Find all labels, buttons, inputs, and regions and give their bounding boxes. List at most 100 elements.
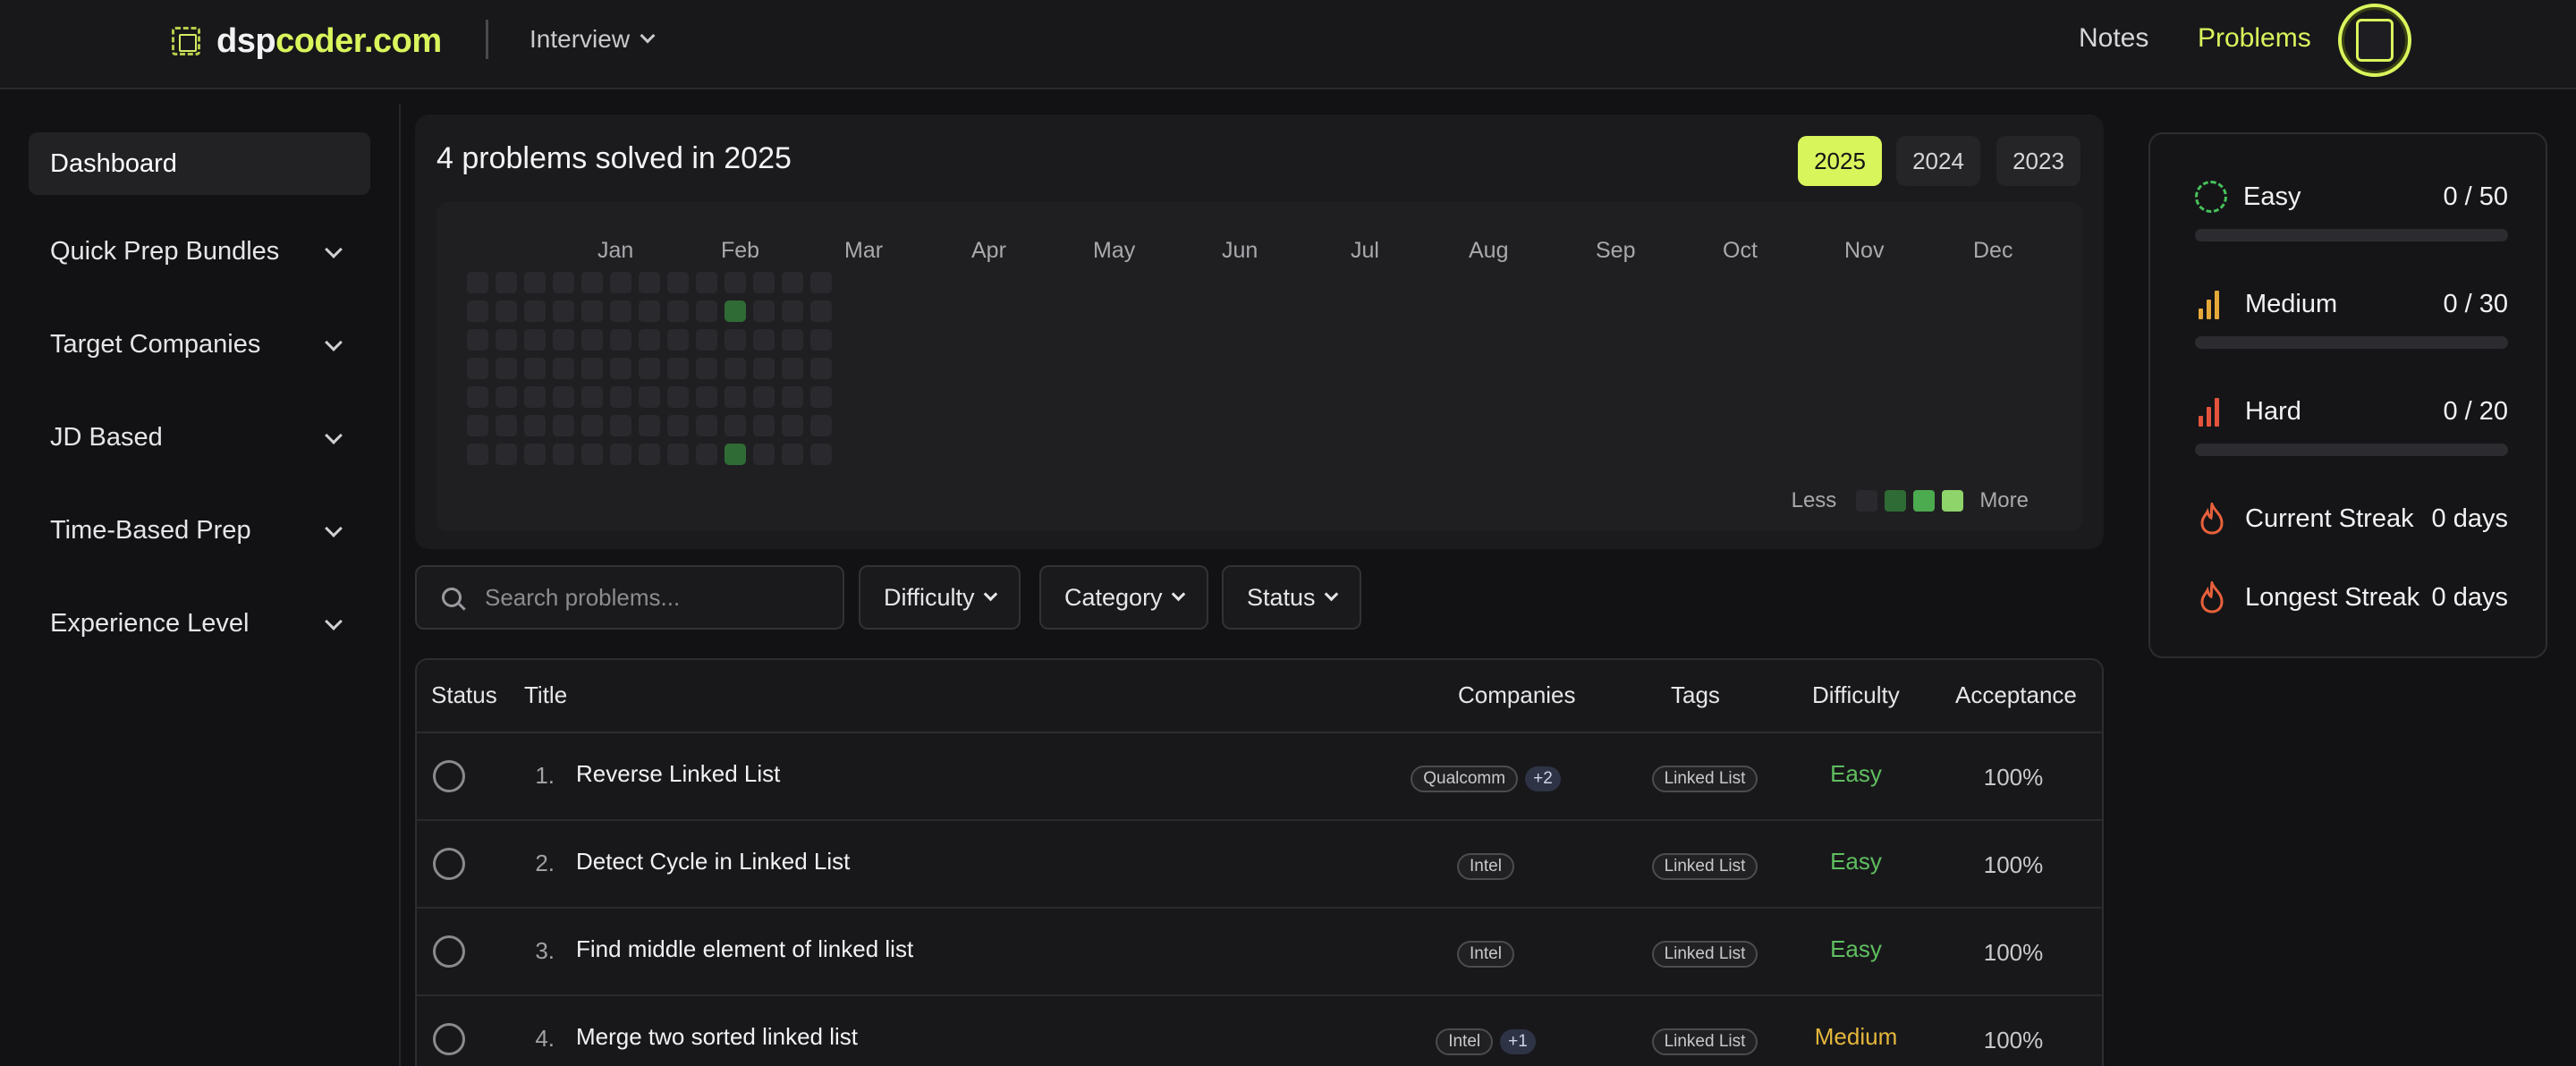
heatmap-cell[interactable] xyxy=(467,300,488,322)
heatmap-cell[interactable] xyxy=(553,272,574,293)
status-circle-icon[interactable] xyxy=(433,1023,465,1055)
year-button-2024[interactable]: 2024 xyxy=(1896,136,1980,186)
column-header-title[interactable]: Title xyxy=(524,681,567,709)
heatmap-cell[interactable] xyxy=(810,300,832,322)
heatmap-cell[interactable] xyxy=(639,415,660,436)
heatmap-cell[interactable] xyxy=(639,300,660,322)
heatmap-cell[interactable] xyxy=(696,415,717,436)
nav-link-problems[interactable]: Problems xyxy=(2198,23,2311,54)
table-row[interactable]: 3. Find middle element of linked list In… xyxy=(417,909,2102,996)
heatmap-cell[interactable] xyxy=(610,329,631,351)
heatmap-cell[interactable] xyxy=(524,272,546,293)
year-button-2025[interactable]: 2025 xyxy=(1798,136,1882,186)
heatmap-cell[interactable] xyxy=(553,386,574,408)
brand-logo[interactable]: dspcoder.com xyxy=(172,20,442,63)
heatmap-cell-solved[interactable] xyxy=(724,444,746,465)
sidebar-item-time-based-prep[interactable]: Time-Based Prep xyxy=(29,499,370,562)
heatmap-cell[interactable] xyxy=(696,444,717,465)
status-filter[interactable]: Status xyxy=(1222,565,1361,630)
sidebar-item-dashboard[interactable]: Dashboard xyxy=(29,132,370,195)
heatmap-cell[interactable] xyxy=(581,415,603,436)
heatmap-cell[interactable] xyxy=(724,272,746,293)
table-row[interactable]: 2. Detect Cycle in Linked List Intel Lin… xyxy=(417,821,2102,909)
sidebar-item-quick-prep-bundles[interactable]: Quick Prep Bundles xyxy=(29,220,370,283)
more-companies-badge[interactable]: +2 xyxy=(1525,766,1561,791)
heatmap-cell[interactable] xyxy=(496,444,517,465)
heatmap-cell[interactable] xyxy=(553,329,574,351)
heatmap-cell[interactable] xyxy=(524,329,546,351)
heatmap-cell[interactable] xyxy=(553,300,574,322)
heatmap-cell[interactable] xyxy=(696,358,717,379)
heatmap-cell[interactable] xyxy=(639,444,660,465)
heatmap-cell[interactable] xyxy=(581,358,603,379)
heatmap-cell[interactable] xyxy=(753,444,775,465)
heatmap-cell[interactable] xyxy=(610,272,631,293)
heatmap-cell[interactable] xyxy=(782,272,803,293)
heatmap-cell[interactable] xyxy=(667,272,689,293)
heatmap-cell[interactable] xyxy=(782,329,803,351)
table-row[interactable]: 4. Merge two sorted linked list Intel +1… xyxy=(417,996,2102,1066)
heatmap-cell[interactable] xyxy=(467,272,488,293)
column-header-tags[interactable]: Tags xyxy=(1671,681,1720,709)
heatmap-cell[interactable] xyxy=(581,329,603,351)
heatmap-cell[interactable] xyxy=(782,415,803,436)
column-header-status[interactable]: Status xyxy=(431,681,497,709)
heatmap-cell[interactable] xyxy=(467,329,488,351)
heatmap-cell[interactable] xyxy=(639,329,660,351)
heatmap-cell[interactable] xyxy=(782,300,803,322)
heatmap-cell[interactable] xyxy=(782,358,803,379)
heatmap-cell[interactable] xyxy=(467,386,488,408)
heatmap-cell[interactable] xyxy=(524,300,546,322)
heatmap-cell[interactable] xyxy=(667,386,689,408)
heatmap-cell[interactable] xyxy=(496,358,517,379)
problem-title[interactable]: Find middle element of linked list xyxy=(576,935,913,963)
heatmap-cell[interactable] xyxy=(524,386,546,408)
nav-link-notes[interactable]: Notes xyxy=(2079,23,2148,54)
heatmap-cell[interactable] xyxy=(496,272,517,293)
heatmap-cell[interactable] xyxy=(810,358,832,379)
heatmap-cell[interactable] xyxy=(467,415,488,436)
status-circle-icon[interactable] xyxy=(433,848,465,880)
search-input[interactable]: Search problems... xyxy=(485,584,680,612)
heatmap-cell[interactable] xyxy=(696,300,717,322)
heatmap-cell[interactable] xyxy=(639,358,660,379)
heatmap-cell-solved[interactable] xyxy=(724,300,746,322)
heatmap-cell[interactable] xyxy=(667,444,689,465)
heatmap-cell[interactable] xyxy=(667,358,689,379)
heatmap-cell[interactable] xyxy=(496,329,517,351)
heatmap-cell[interactable] xyxy=(724,329,746,351)
problem-title[interactable]: Detect Cycle in Linked List xyxy=(576,848,850,876)
heatmap-cell[interactable] xyxy=(753,300,775,322)
heatmap-cell[interactable] xyxy=(810,329,832,351)
heatmap-cell[interactable] xyxy=(810,386,832,408)
heatmap-cell[interactable] xyxy=(753,386,775,408)
heatmap-cell[interactable] xyxy=(810,415,832,436)
category-filter[interactable]: Category xyxy=(1039,565,1208,630)
heatmap-cell[interactable] xyxy=(524,415,546,436)
heatmap-cell[interactable] xyxy=(496,415,517,436)
heatmap-cell[interactable] xyxy=(753,358,775,379)
heatmap-cell[interactable] xyxy=(667,300,689,322)
heatmap-cell[interactable] xyxy=(753,329,775,351)
difficulty-filter[interactable]: Difficulty xyxy=(859,565,1021,630)
heatmap-cell[interactable] xyxy=(639,272,660,293)
heatmap-cell[interactable] xyxy=(581,444,603,465)
sidebar-item-target-companies[interactable]: Target Companies xyxy=(29,313,370,376)
more-companies-badge[interactable]: +1 xyxy=(1500,1029,1536,1054)
heatmap-cell[interactable] xyxy=(610,444,631,465)
heatmap-cell[interactable] xyxy=(667,415,689,436)
column-header-acceptance[interactable]: Acceptance xyxy=(1955,681,2077,709)
heatmap-cell[interactable] xyxy=(782,386,803,408)
heatmap-cell[interactable] xyxy=(610,300,631,322)
sidebar-item-jd-based[interactable]: JD Based xyxy=(29,406,370,469)
problem-title[interactable]: Reverse Linked List xyxy=(576,760,780,788)
heatmap-cell[interactable] xyxy=(696,329,717,351)
heatmap-cell[interactable] xyxy=(782,444,803,465)
user-avatar[interactable] xyxy=(2338,4,2411,77)
heatmap-cell[interactable] xyxy=(696,386,717,408)
heatmap-cell[interactable] xyxy=(524,444,546,465)
heatmap-cell[interactable] xyxy=(639,386,660,408)
heatmap-cell[interactable] xyxy=(553,415,574,436)
heatmap-cell[interactable] xyxy=(724,358,746,379)
sidebar-item-experience-level[interactable]: Experience Level xyxy=(29,592,370,655)
